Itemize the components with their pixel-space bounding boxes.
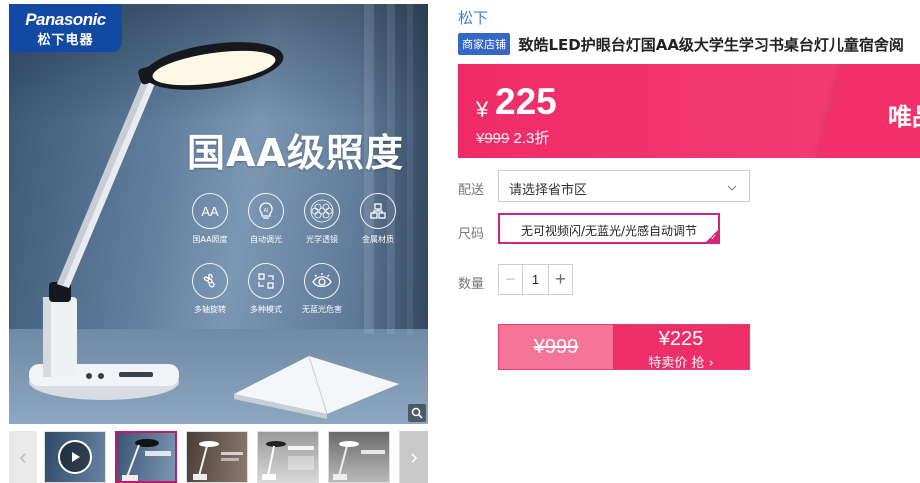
brand-link[interactable]: 松下 [458,7,488,28]
delivery-placeholder: 请选择省市区 [509,183,588,198]
chevron-down-icon [727,181,737,196]
spec-option-text: 无可视频闪/无蓝光/光感自动调节 [520,224,698,238]
main-product-image[interactable]: Panasonic 松下电器 国AA级照度 AA 国AA照度 AI 自动调光 光… [9,4,428,424]
feature-label: 无蓝光危害 [302,305,342,314]
lens-icon [304,193,340,229]
thumbnail-strip: ‹ Panasonic › [9,431,428,483]
thumb-prev-arrow-icon[interactable]: ‹ [9,431,37,483]
delivery-label: 配送 [458,183,485,198]
metal-icon [360,193,396,229]
buy-price: ¥225 [658,328,704,350]
thumbnail-image[interactable] [328,431,390,483]
svg-text:AI: AI [264,208,269,214]
buy-original-price: ¥999 [533,335,579,358]
buy-action-label: 特卖价 抢 › [648,356,714,371]
buy-button-bar: ¥999 ¥225 特卖价 抢 › [498,324,750,371]
discount-rate: 2.3折 [513,130,550,147]
original-price-row: ¥999 2.3折 [476,127,549,148]
thumbnail-image[interactable] [186,431,248,483]
store-tag-badge: 商家店铺 [458,33,510,55]
thumbnail-video[interactable] [44,431,106,483]
feature-aa: AA 国AA照度 [180,193,240,245]
spec-option-selected[interactable]: 无可视频闪/无蓝光/光感自动调节 ✓ [498,213,720,244]
image-headline: 国AA级照度 [187,131,404,175]
play-icon[interactable] [58,440,92,474]
promo-label: 唯品 [888,103,920,131]
feature-eye: 无蓝光危害 [292,263,352,315]
spec-label: 尺码 [458,227,485,242]
product-title: 致皓LED护眼台灯国AA级大学生学习书桌台灯儿童宿舍阅 [518,35,904,54]
feature-label: 光学透镜 [306,235,338,244]
check-icon: ✓ [710,233,717,242]
decrement-button[interactable]: − [499,265,523,294]
product-title-row: 商家店铺 致皓LED护眼台灯国AA级大学生学习书桌台灯儿童宿舍阅 [458,33,920,57]
thumbnail-image[interactable] [257,431,319,483]
brand-logo: Panasonic 松下电器 [9,4,122,52]
aa-icon: AA [192,193,228,229]
feature-label: 多轴旋转 [194,305,226,314]
feature-ai: AI 自动调光 [236,193,296,245]
quantity-label: 数量 [458,277,485,292]
rotate-icon [192,263,228,299]
feature-modes: 多种模式 [236,263,296,315]
brand-logo-cn: 松下电器 [37,33,94,48]
feature-label: 自动调光 [250,235,282,244]
feature-metal: 金属材质 [348,193,408,245]
current-price: 225 [495,81,557,122]
quantity-value[interactable]: 1 [523,265,548,294]
delivery-region-select[interactable]: 请选择省市区 [498,170,750,202]
feature-label: 国AA照度 [192,235,228,244]
ai-icon: AI [248,193,284,229]
increment-button[interactable]: + [548,265,572,294]
modes-icon [248,263,284,299]
price-currency: ¥ [476,97,489,122]
zoom-icon[interactable] [408,404,426,422]
flash-buy-button[interactable]: ¥225 特卖价 抢 › [613,325,749,371]
feature-label: 多种模式 [250,305,282,314]
thumbnail-image[interactable] [115,431,177,483]
original-price-button[interactable]: ¥999 [499,325,613,369]
feature-lens: 光学透镜 [292,193,352,245]
brand-logo-en: Panasonic [25,10,106,29]
original-price: ¥999 [476,130,510,147]
feature-rotate: 多轴旋转 [180,263,240,315]
price-banner: ¥ 225 ¥999 2.3折 唯品 [458,64,920,158]
thumb-next-arrow-icon[interactable]: › [400,431,428,483]
feature-label: 金属材质 [362,235,394,244]
eye-icon [304,263,340,299]
quantity-stepper: − 1 + [498,264,573,295]
